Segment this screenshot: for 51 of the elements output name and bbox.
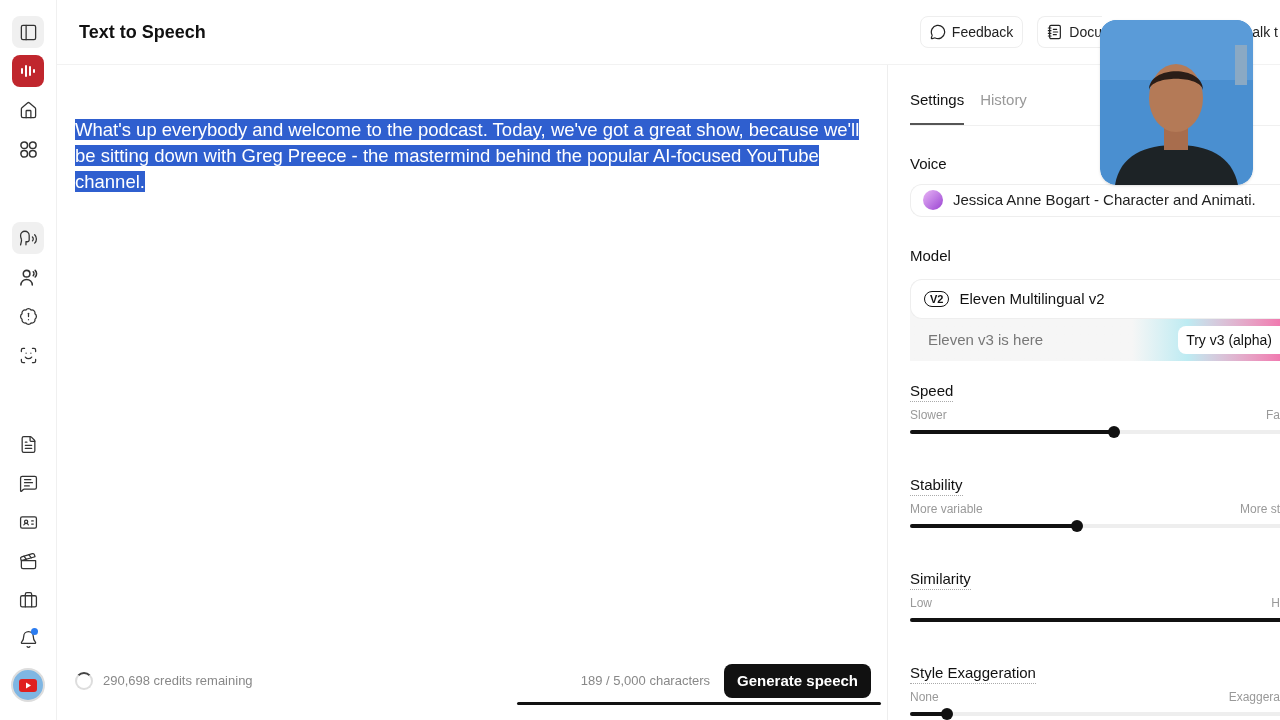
chat-bubble-icon (929, 24, 946, 40)
slider-max-label: More st (1240, 501, 1280, 518)
bell-icon (18, 629, 38, 649)
slider-thumb[interactable] (1070, 520, 1083, 532)
voice-avatar-icon (923, 190, 943, 211)
tab[interactable]: Settings (910, 89, 965, 125)
waveform-icon (19, 63, 37, 79)
model-select[interactable]: V2 Eleven Multilingual v2 (910, 279, 1280, 319)
briefcase-icon (18, 590, 38, 610)
slider-label: Speed (910, 381, 954, 402)
home-icon (18, 100, 38, 120)
document-icon (1047, 24, 1064, 40)
header-button[interactable]: alk t (1252, 16, 1280, 48)
header-button[interactable]: Feedback (919, 16, 1024, 48)
user-voice-icon (18, 267, 38, 287)
character-count: 189 / 5,000 characters (580, 672, 711, 691)
slider-label: Style Exaggeration (910, 663, 1036, 684)
banner-text: Eleven v3 is here (928, 329, 1044, 350)
sidebar-item[interactable] (12, 16, 44, 48)
slider[interactable] (910, 426, 1280, 438)
slider-min-label: Slower (910, 407, 947, 424)
model-label: Model (910, 245, 952, 266)
app-logo[interactable] (12, 55, 44, 87)
play-icon (19, 678, 37, 692)
badge-icon (18, 306, 38, 326)
sidebar-item[interactable] (12, 222, 44, 254)
slider-label: Stability (910, 475, 963, 496)
spinner-icon (75, 672, 93, 690)
slider-max-label: Fa (1266, 407, 1280, 424)
slider-min-label: More variable (910, 501, 983, 518)
avatar[interactable] (11, 668, 45, 702)
slider-min-label: None (910, 689, 939, 706)
slider-thumb[interactable] (941, 708, 953, 720)
sidebar-toggle-icon (18, 22, 38, 42)
speech-icon (18, 228, 38, 248)
slider-max-label: H (1271, 595, 1280, 612)
slider-min-label: Low (910, 595, 932, 612)
chat-icon (18, 473, 38, 493)
try-v3-button[interactable]: Try v3 (alpha) (1178, 326, 1280, 354)
scan-icon (18, 345, 38, 365)
slider-thumb[interactable] (1107, 426, 1120, 438)
voice-label: Voice (910, 153, 948, 174)
page-title: Text to Speech (79, 20, 206, 44)
generate-speech-button[interactable]: Generate speech (724, 664, 871, 698)
slider-max-label: Exaggera (1228, 689, 1280, 706)
slider[interactable] (910, 708, 1280, 720)
slider-label: Similarity (910, 569, 971, 590)
credits-text: 290,698 credits remaining (103, 672, 253, 691)
clapperboard-icon (18, 551, 38, 571)
slider[interactable] (910, 520, 1280, 532)
grid-icon (18, 139, 38, 159)
